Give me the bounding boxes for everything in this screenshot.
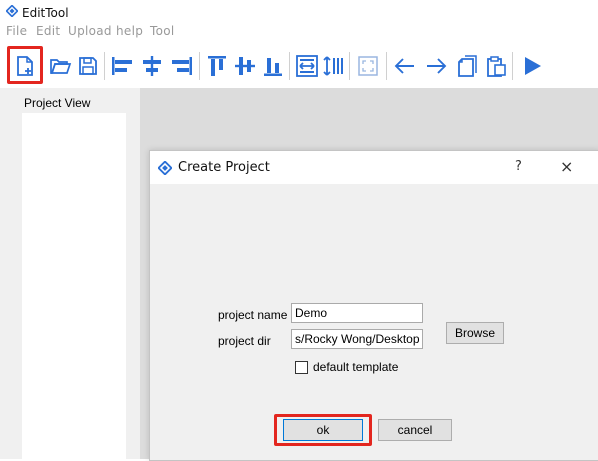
align-right-icon[interactable]: [170, 54, 194, 78]
create-project-dialog: Create Project ? × project name Demo pro…: [149, 150, 598, 461]
align-left-icon[interactable]: [110, 54, 134, 78]
app-logo-icon: [158, 161, 172, 175]
menu-upload[interactable]: Upload: [68, 24, 112, 38]
save-icon[interactable]: [76, 54, 100, 78]
align-center-icon[interactable]: [140, 54, 164, 78]
project-view-panel: Project View: [22, 96, 126, 459]
align-bottom-icon[interactable]: [261, 54, 285, 78]
fit-screen-icon[interactable]: [356, 54, 380, 78]
toolbar: [0, 46, 598, 88]
dialog-titlebar: Create Project ? ×: [150, 151, 598, 184]
run-icon[interactable]: [520, 54, 544, 78]
menu-edit[interactable]: Edit: [36, 24, 60, 38]
project-dir-field[interactable]: s/Rocky Wong/Desktop: [291, 329, 423, 349]
align-middle-icon[interactable]: [233, 54, 257, 78]
help-icon[interactable]: ?: [515, 159, 522, 174]
arrow-left-icon[interactable]: [393, 54, 417, 78]
open-folder-icon[interactable]: [48, 54, 72, 78]
project-name-field[interactable]: Demo: [291, 303, 423, 323]
align-top-icon[interactable]: [205, 54, 229, 78]
default-template-label: default template: [313, 360, 399, 374]
close-icon[interactable]: ×: [560, 157, 573, 176]
dialog-title: Create Project: [178, 160, 270, 175]
cancel-button[interactable]: cancel: [378, 419, 452, 441]
browse-button[interactable]: Browse: [446, 322, 504, 344]
menu-file[interactable]: File: [6, 24, 27, 38]
paste-icon[interactable]: [484, 54, 508, 78]
menu-bar: File Edit Upload help Tool: [0, 24, 598, 44]
project-tree[interactable]: [22, 113, 126, 459]
menu-tool[interactable]: Tool: [150, 24, 175, 38]
ok-button[interactable]: ok: [283, 419, 363, 441]
menu-help[interactable]: help: [116, 24, 143, 38]
copy-icon[interactable]: [454, 54, 478, 78]
same-height-icon[interactable]: [321, 54, 345, 78]
same-width-icon[interactable]: [295, 54, 319, 78]
arrow-right-icon[interactable]: [424, 54, 448, 78]
window-titlebar: EditTool: [0, 0, 598, 24]
default-template-checkbox[interactable]: [295, 361, 308, 374]
app-title: EditTool: [22, 6, 69, 20]
app-logo-icon: [6, 5, 18, 17]
project-view-label: Project View: [24, 96, 91, 110]
project-name-label: project name: [218, 308, 288, 322]
project-dir-label: project dir: [218, 334, 271, 348]
new-project-icon[interactable]: [13, 54, 37, 78]
